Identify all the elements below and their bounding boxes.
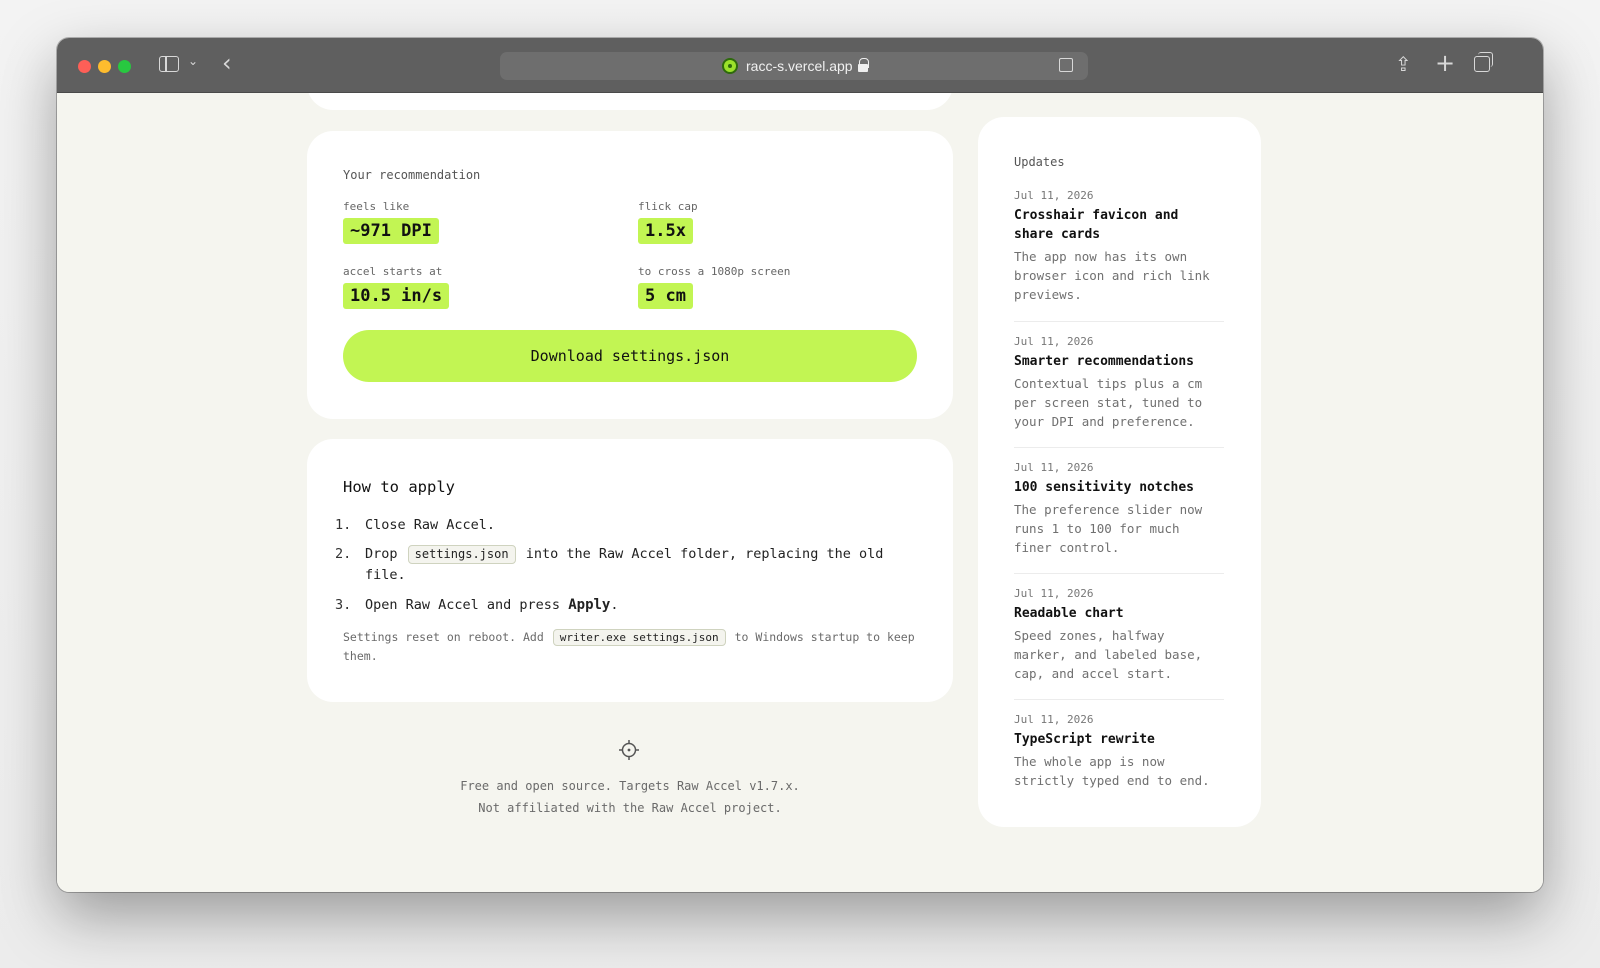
step-3: 3. Open Raw Accel and press Apply.: [335, 595, 915, 616]
updates-card: Updates Jul 11, 2026 Crosshair favicon a…: [978, 117, 1261, 827]
update-divider: [1014, 321, 1224, 322]
stat-value: 5 cm: [638, 283, 693, 309]
apply-title: How to apply: [343, 478, 455, 496]
update-description: The app now has its own browser icon and…: [1014, 249, 1210, 302]
step-1: 1. Close Raw Accel.: [335, 515, 915, 536]
stat-value: ~971 DPI: [343, 218, 439, 244]
step-text: Close Raw Accel.: [365, 517, 496, 533]
reader-mode-icon[interactable]: [1059, 58, 1073, 72]
update-date: Jul 11, 2026: [1014, 335, 1094, 348]
minimize-window-button[interactable]: [98, 60, 111, 73]
stat-accel-start: accel starts at 10.5 in/s: [343, 265, 450, 309]
footer-text-line1: Free and open source. Targets Raw Accel …: [460, 779, 800, 793]
stat-value: 1.5x: [638, 218, 693, 244]
updates-heading: Updates: [1014, 155, 1065, 169]
lock-icon: [858, 58, 869, 72]
update-item: Jul 11, 2026 100 sensitivity notches The…: [1014, 461, 1224, 557]
update-item: Jul 11, 2026 Crosshair favicon and share…: [1014, 189, 1224, 304]
back-arrow-icon[interactable]: ‹: [222, 49, 232, 77]
address-bar[interactable]: racc-s.vercel.app: [500, 52, 1088, 80]
stat-label: to cross a 1080p screen: [638, 265, 791, 278]
url-text: racc-s.vercel.app: [746, 58, 853, 74]
step-text: Open Raw Accel and press Apply.: [365, 595, 915, 616]
stat-screen-cross: to cross a 1080p screen 5 cm: [638, 265, 790, 309]
stat-label: flick cap: [638, 200, 698, 213]
update-item: Jul 11, 2026 Readable chart Speed zones,…: [1014, 587, 1224, 683]
reboot-note: Settings reset on reboot. Add writer.exe…: [343, 628, 923, 666]
stat-value: 10.5 in/s: [343, 283, 450, 309]
step-number: 3.: [335, 597, 352, 613]
crosshair-icon: [619, 740, 639, 760]
step-text-post: .: [610, 597, 619, 613]
close-window-button[interactable]: [78, 60, 91, 73]
share-icon[interactable]: ⇪: [1395, 52, 1412, 76]
apply-keyword: Apply: [568, 597, 611, 613]
update-divider: [1014, 573, 1224, 574]
update-item: Jul 11, 2026 Smarter recommendations Con…: [1014, 335, 1224, 431]
update-date: Jul 11, 2026: [1014, 461, 1094, 474]
stat-label: feels like: [343, 200, 410, 213]
recommendation-card: Your recommendation feels like ~971 DPI …: [307, 131, 953, 419]
zoom-window-button[interactable]: [118, 60, 131, 73]
update-item: Jul 11, 2026 TypeScript rewrite The whol…: [1014, 713, 1224, 790]
chevron-down-icon[interactable]: ⌄: [188, 54, 198, 68]
stat-feels-like: feels like ~971 DPI: [343, 200, 439, 244]
previous-card: [307, 93, 953, 110]
update-description: Speed zones, halfway marker, and labeled…: [1014, 628, 1203, 681]
step-text-pre: Open Raw Accel and press: [365, 597, 561, 613]
step-number: 2.: [335, 546, 352, 562]
stat-flick-cap: flick cap 1.5x: [638, 200, 698, 244]
step-text: Drop settings.json into the Raw Accel fo…: [365, 544, 915, 586]
footer-text-line2: Not affiliated with the Raw Accel projec…: [478, 801, 782, 815]
stat-label: accel starts at: [343, 265, 443, 278]
step-text-pre: Drop: [365, 546, 398, 562]
update-title: Readable chart: [1014, 606, 1124, 621]
update-date: Jul 11, 2026: [1014, 713, 1094, 726]
update-title: Smarter recommendations: [1014, 354, 1195, 369]
new-tab-icon[interactable]: +: [1435, 49, 1455, 77]
update-description: The whole app is now strictly typed end …: [1014, 754, 1210, 788]
browser-window: ⌄ ‹ racc-s.vercel.app ⇪ + Your recommend…: [57, 38, 1543, 892]
update-date: Jul 11, 2026: [1014, 587, 1094, 600]
update-title: Crosshair favicon and share cards: [1014, 208, 1179, 242]
step-2: 2. Drop settings.json into the Raw Accel…: [335, 544, 915, 583]
recommendation-title: Your recommendation: [343, 168, 481, 182]
step-number: 1.: [335, 517, 352, 533]
code-settings-json: settings.json: [407, 545, 516, 564]
update-title: 100 sensitivity notches: [1014, 480, 1195, 495]
browser-toolbar: ⌄ ‹ racc-s.vercel.app ⇪ +: [57, 38, 1543, 93]
site-favicon-icon: [722, 58, 738, 74]
sidebar-toggle-icon[interactable]: [159, 56, 179, 72]
update-divider: [1014, 699, 1224, 700]
code-writer-command: writer.exe settings.json: [552, 629, 726, 646]
tab-overview-icon[interactable]: [1474, 52, 1493, 72]
update-description: The preference slider now runs 1 to 100 …: [1014, 502, 1203, 555]
update-title: TypeScript rewrite: [1014, 732, 1155, 747]
note-pre: Settings reset on reboot. Add: [343, 630, 544, 644]
update-date: Jul 11, 2026: [1014, 189, 1094, 202]
update-description: Contextual tips plus a cm per screen sta…: [1014, 376, 1203, 429]
download-settings-button[interactable]: Download settings.json: [343, 330, 917, 382]
page-content: Your recommendation feels like ~971 DPI …: [57, 93, 1543, 892]
how-to-apply-card: How to apply 1. Close Raw Accel. 2. Drop…: [307, 439, 953, 702]
update-divider: [1014, 447, 1224, 448]
